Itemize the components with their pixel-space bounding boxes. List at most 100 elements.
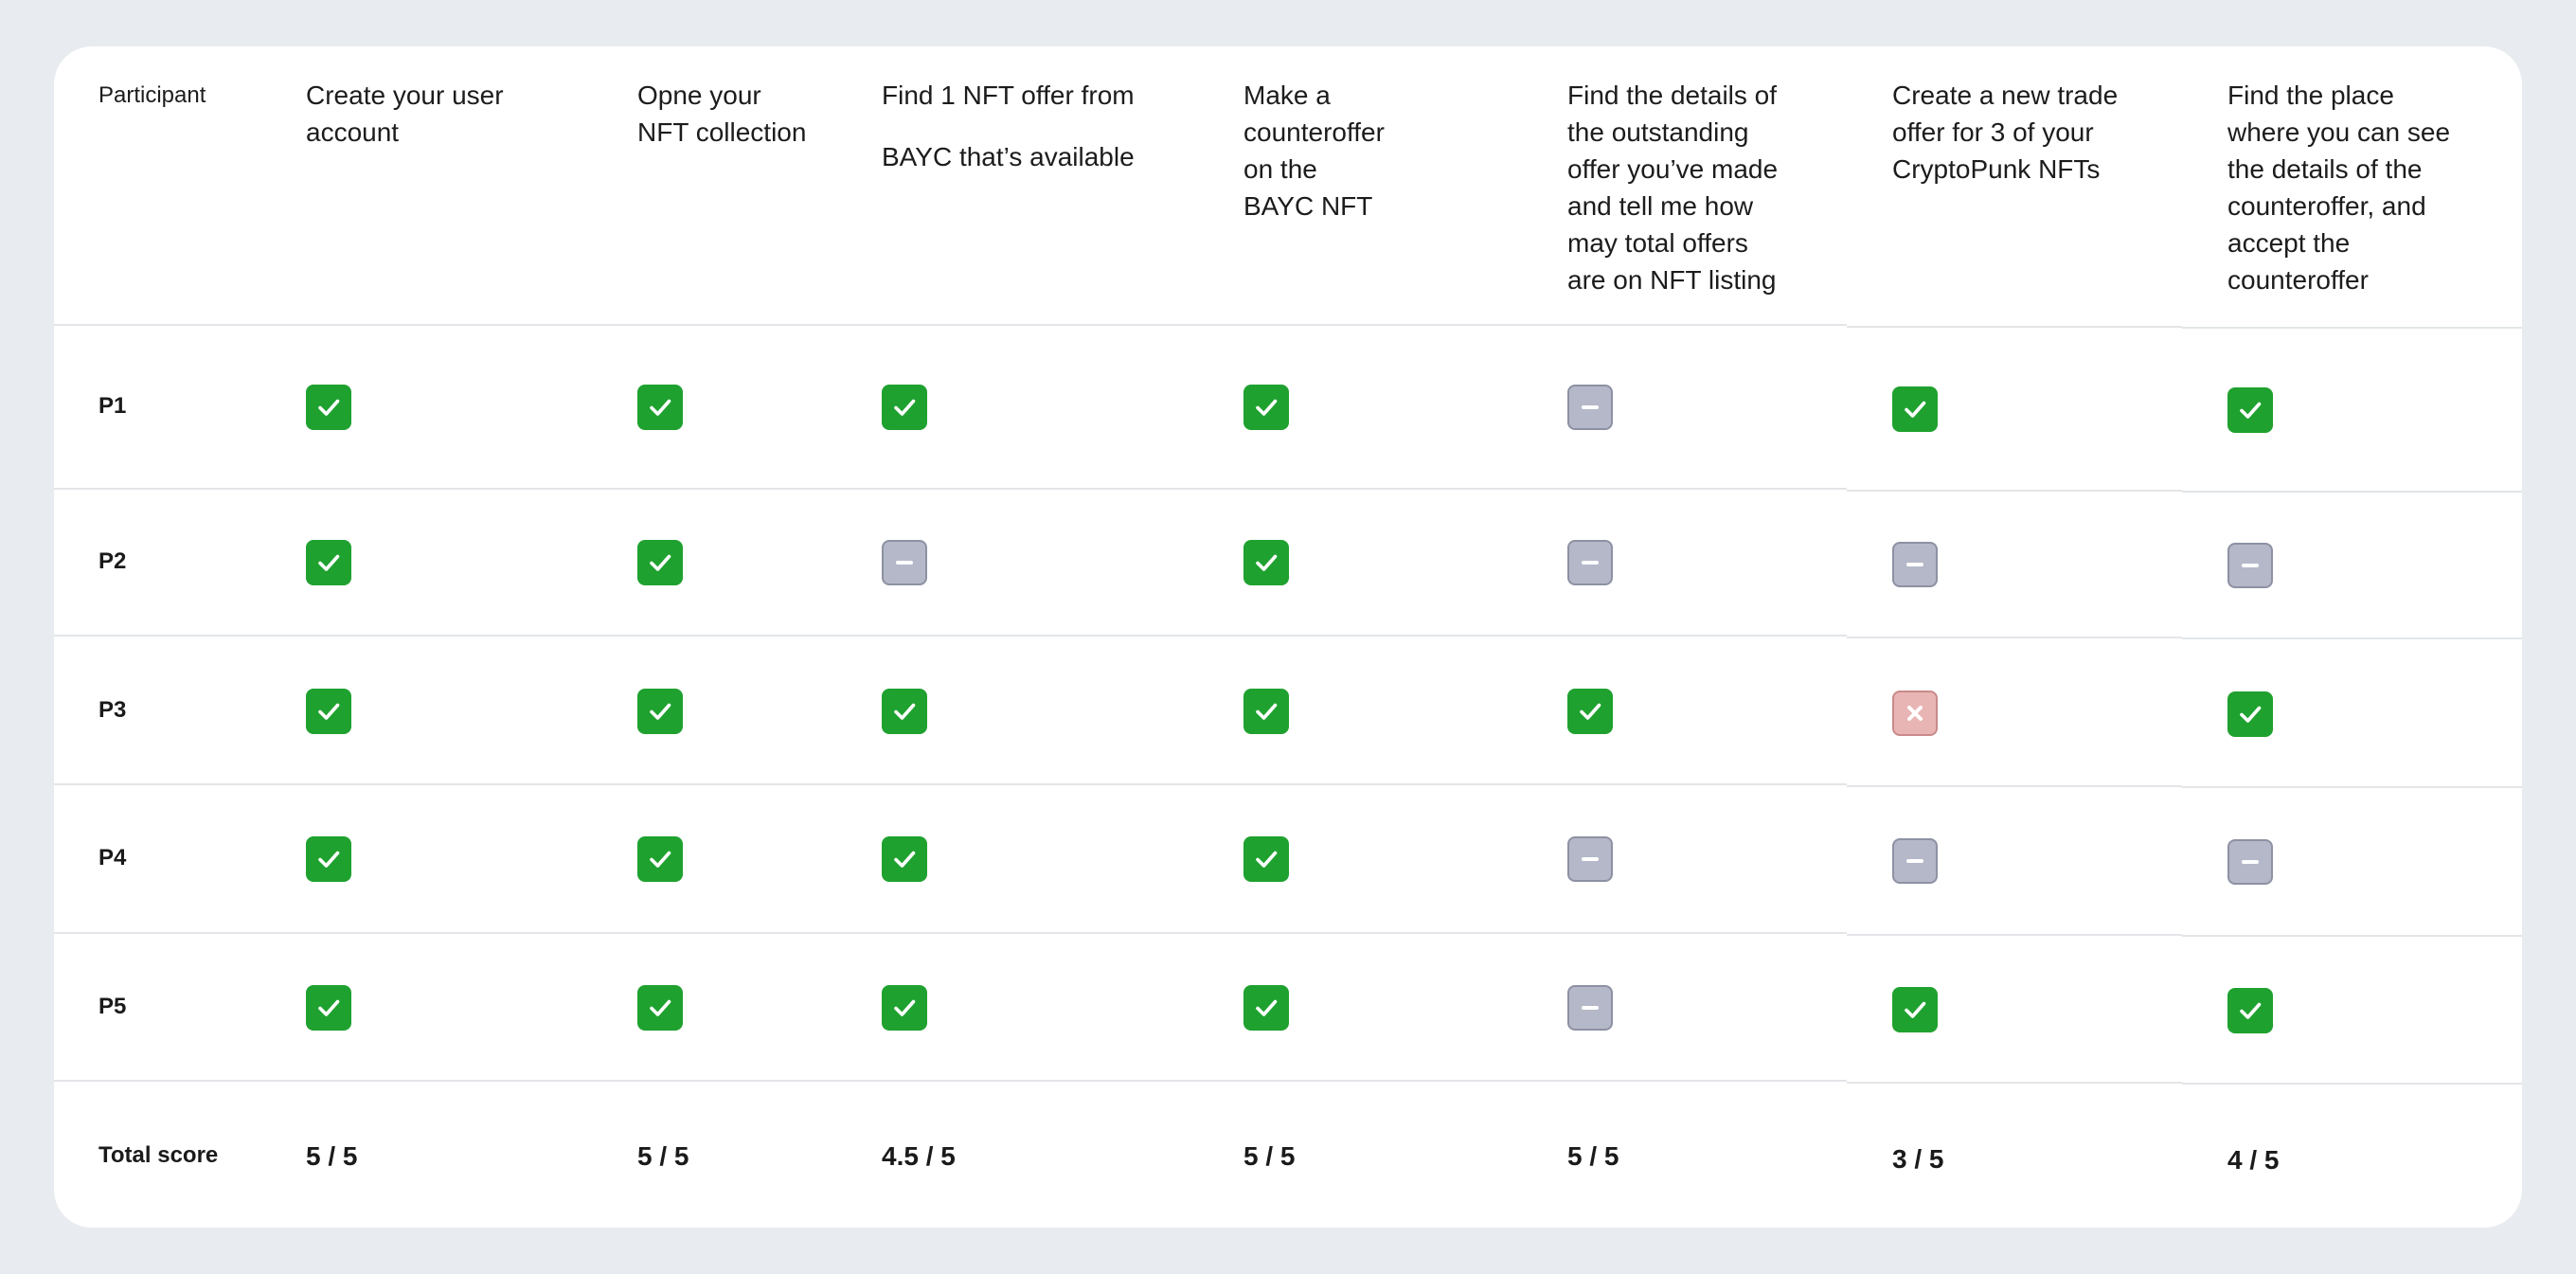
task-column-2: Opne your NFT collection 5 / 5 bbox=[592, 46, 836, 1228]
participant-header: Participant bbox=[98, 82, 206, 108]
row-divider bbox=[1847, 934, 2182, 936]
check-icon bbox=[894, 399, 916, 416]
row-divider bbox=[2182, 327, 2522, 329]
row-divider bbox=[1847, 637, 2182, 638]
status-p5-task-2 bbox=[637, 985, 683, 1031]
check-icon bbox=[894, 703, 916, 720]
row-divider bbox=[836, 783, 1198, 785]
row-divider bbox=[260, 488, 592, 490]
row-label-p5: P5 bbox=[98, 994, 127, 1019]
status-p2-task-2 bbox=[637, 540, 683, 585]
row-divider bbox=[2182, 786, 2522, 788]
row-divider bbox=[1847, 785, 2182, 787]
total-score-label: Total score bbox=[98, 1142, 219, 1168]
check-icon bbox=[894, 999, 916, 1016]
status-p2-task-3 bbox=[882, 540, 927, 585]
check-icon bbox=[650, 851, 671, 868]
row-divider bbox=[592, 1080, 836, 1082]
status-p4-task-2 bbox=[637, 836, 683, 882]
task-header-3-line1: Find 1 NFT offer from bbox=[882, 81, 1135, 110]
status-p5-task-3 bbox=[882, 985, 927, 1031]
check-icon bbox=[650, 703, 671, 720]
status-p1-task-3 bbox=[882, 385, 927, 430]
check-icon bbox=[318, 851, 340, 868]
minus-icon bbox=[1582, 857, 1599, 861]
total-score-task-1: 5 / 5 bbox=[306, 1141, 358, 1171]
header-cell: Create a new trade offer for 3 of your C… bbox=[1847, 46, 2182, 324]
task-header-7: Find the place where you can see the det… bbox=[2227, 81, 2451, 295]
task-header-6: Create a new trade offer for 3 of your C… bbox=[1892, 81, 2119, 184]
header-cell-participant: Participant bbox=[54, 46, 260, 324]
row-divider bbox=[836, 1080, 1198, 1082]
row-divider bbox=[1522, 932, 1847, 934]
total-score-task-3: 4.5 / 5 bbox=[882, 1141, 956, 1171]
row-divider bbox=[260, 324, 592, 326]
minus-icon bbox=[896, 561, 913, 565]
check-icon bbox=[1580, 703, 1601, 720]
header-cell: Opne your NFT collection bbox=[592, 46, 836, 324]
check-icon bbox=[894, 851, 916, 868]
check-icon bbox=[2240, 706, 2262, 723]
status-p1-task-2 bbox=[637, 385, 683, 430]
status-p5-task-7 bbox=[2227, 988, 2273, 1033]
status-p4-task-3 bbox=[882, 836, 927, 882]
status-p1-task-7 bbox=[2227, 387, 2273, 433]
check-icon bbox=[2240, 1002, 2262, 1019]
row-divider bbox=[592, 635, 836, 637]
minus-icon bbox=[2242, 860, 2259, 864]
row-divider bbox=[54, 324, 260, 326]
total-score-task-2: 5 / 5 bbox=[637, 1141, 689, 1171]
row-divider bbox=[260, 783, 592, 785]
task-column-4: Make a counteroffer on the BAYC NFT 5 / … bbox=[1198, 46, 1522, 1228]
check-icon bbox=[650, 554, 671, 571]
minus-icon bbox=[2242, 564, 2259, 567]
participant-column: Participant P1 P2 P3 P4 P5 Total score bbox=[54, 46, 260, 1228]
row-divider bbox=[836, 324, 1198, 326]
check-icon bbox=[1256, 999, 1278, 1016]
x-icon bbox=[1907, 706, 1923, 721]
row-divider bbox=[1198, 1080, 1522, 1082]
row-label-p4: P4 bbox=[98, 845, 127, 870]
row-divider bbox=[1522, 783, 1847, 785]
check-icon bbox=[1905, 401, 1926, 418]
task-column-7: Find the place where you can see the det… bbox=[2182, 46, 2522, 1228]
check-icon bbox=[1905, 1001, 1926, 1018]
status-p2-task-5 bbox=[1567, 540, 1613, 585]
check-icon bbox=[318, 399, 340, 416]
header-cell: Make a counteroffer on the BAYC NFT bbox=[1198, 46, 1522, 324]
row-divider bbox=[2182, 637, 2522, 639]
task-header-4: Make a counteroffer on the BAYC NFT bbox=[1243, 81, 1385, 221]
row-divider bbox=[1522, 1080, 1847, 1082]
status-p4-task-5 bbox=[1567, 836, 1613, 882]
row-divider bbox=[1847, 490, 2182, 492]
row-divider bbox=[54, 783, 260, 785]
task-header-3-line2: BAYC that’s available bbox=[882, 142, 1135, 171]
status-p3-task-3 bbox=[882, 689, 927, 734]
check-icon bbox=[2240, 402, 2262, 419]
task-header-3: Find 1 NFT offer from BAYC that’s availa… bbox=[882, 77, 1179, 175]
usability-results-table: Participant P1 P2 P3 P4 P5 Total score C… bbox=[54, 46, 2522, 1228]
status-p2-task-4 bbox=[1243, 540, 1289, 585]
row-divider bbox=[836, 635, 1198, 637]
row-divider bbox=[1847, 326, 2182, 328]
row-divider bbox=[592, 932, 836, 934]
row-divider bbox=[1522, 635, 1847, 637]
row-divider bbox=[1198, 324, 1522, 326]
status-p4-task-1 bbox=[306, 836, 351, 882]
row-divider bbox=[592, 783, 836, 785]
task-column-1: Create your user account 5 / 5 bbox=[260, 46, 592, 1228]
status-p3-task-6 bbox=[1892, 691, 1938, 736]
check-icon bbox=[318, 703, 340, 720]
row-divider bbox=[1198, 932, 1522, 934]
row-divider bbox=[54, 1080, 260, 1082]
check-icon bbox=[1256, 851, 1278, 868]
row-divider bbox=[592, 488, 836, 490]
check-icon bbox=[1256, 703, 1278, 720]
status-p3-task-1 bbox=[306, 689, 351, 734]
row-divider bbox=[1522, 488, 1847, 490]
row-divider bbox=[2182, 935, 2522, 937]
total-score-task-6: 3 / 5 bbox=[1892, 1144, 1944, 1174]
header-cell: Find 1 NFT offer from BAYC that’s availa… bbox=[836, 46, 1198, 324]
task-column-3: Find 1 NFT offer from BAYC that’s availa… bbox=[836, 46, 1198, 1228]
check-icon bbox=[1256, 399, 1278, 416]
